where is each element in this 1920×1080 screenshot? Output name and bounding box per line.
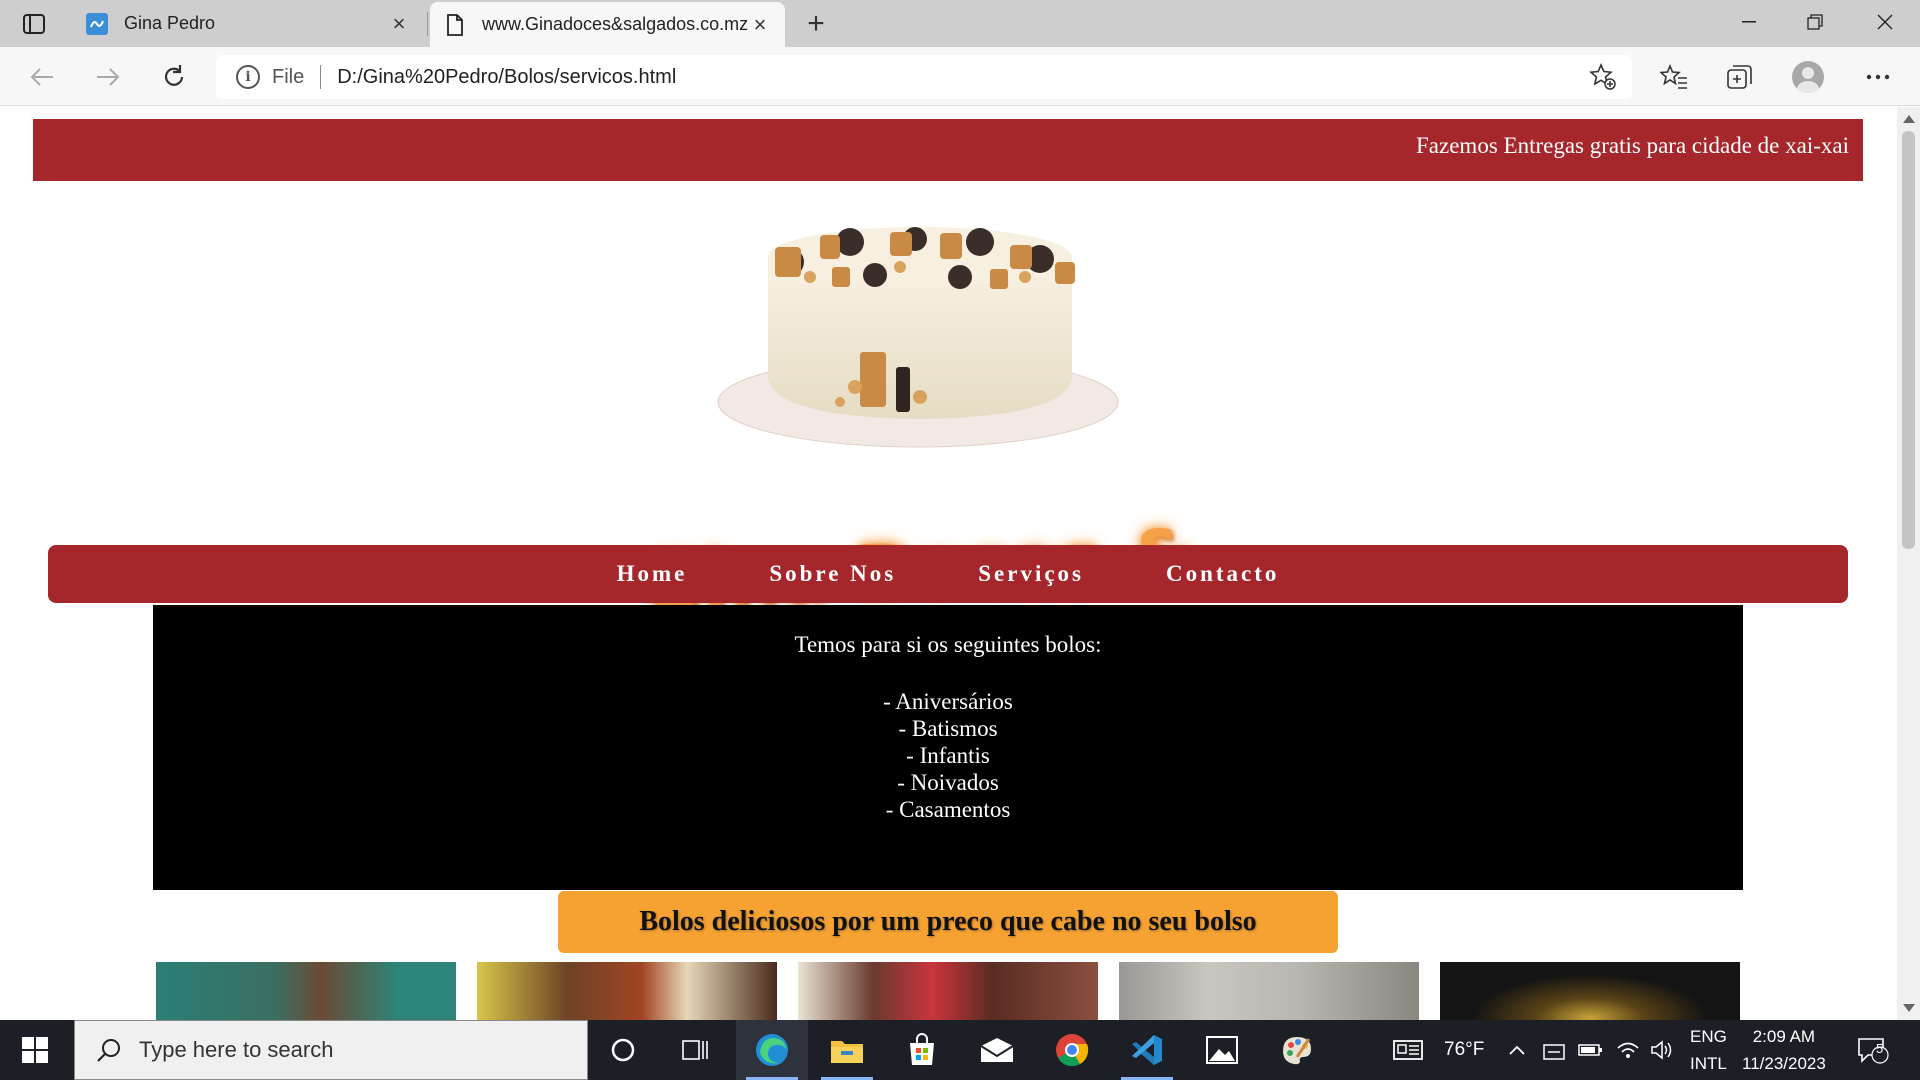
main-nav: Home Sobre Nos Serviços Contacto (48, 545, 1848, 603)
tab-ginadoces[interactable]: www.Ginadoces&salgados.co.mz × (430, 2, 785, 47)
tab-actions-icon[interactable] (20, 11, 48, 37)
scroll-up-icon[interactable] (1903, 115, 1915, 123)
language-indicator[interactable]: ENG INTL (1690, 1020, 1727, 1080)
delivery-marquee: Fazemos Entregas gratis para cidade de x… (33, 119, 1863, 181)
chrome-icon[interactable] (1036, 1020, 1108, 1080)
wifi-icon[interactable] (1616, 1020, 1640, 1080)
tab-title: www.Ginadoces&salgados.co.mz (482, 14, 749, 34)
tagline-banner: Bolos deliciosos por um preco que cabe n… (558, 891, 1338, 953)
microsoft-store-icon[interactable] (886, 1020, 958, 1080)
list-item: - Aniversários (883, 689, 1013, 714)
restore-icon[interactable] (1782, 0, 1848, 44)
tab-gina-pedro[interactable]: Gina Pedro × (72, 0, 424, 47)
marquee-text: Fazemos Entregas gratis para cidade de x… (1416, 133, 1849, 158)
windows-taskbar: Type here to search 76°F ENG INTL 2:09 A… (0, 1020, 1920, 1080)
notifications-icon[interactable]: 5 (1856, 1020, 1890, 1080)
back-icon[interactable] (24, 59, 60, 95)
forward-icon[interactable] (90, 59, 126, 95)
address-bar[interactable]: i File D:/Gina%20Pedro/Bolos/servicos.ht… (216, 55, 1632, 99)
photos-icon[interactable] (1186, 1020, 1258, 1080)
vscode-icon[interactable] (1111, 1020, 1183, 1080)
search-icon (93, 1034, 125, 1066)
page-scrollbar[interactable] (1897, 107, 1920, 1020)
nav-contacto[interactable]: Contacto (1166, 561, 1279, 587)
browser-toolbar: i File D:/Gina%20Pedro/Bolos/servicos.ht… (0, 47, 1920, 106)
minimize-icon[interactable] (1716, 0, 1782, 44)
tab-divider (427, 12, 428, 36)
list-item: - Noivados (897, 770, 999, 795)
list-item: - Batismos (898, 716, 998, 741)
taskbar-search-input[interactable]: Type here to search (74, 1020, 588, 1080)
services-list: - Aniversários - Batismos - Infantis - N… (153, 688, 1743, 823)
list-item: - Infantis (906, 743, 990, 768)
close-window-icon[interactable] (1852, 0, 1918, 44)
add-favorite-icon[interactable] (1588, 62, 1618, 92)
volume-icon[interactable] (1650, 1020, 1674, 1080)
cake-thumbnail[interactable] (798, 962, 1098, 1020)
cortana-icon[interactable] (587, 1020, 659, 1080)
clock-date: 11/23/2023 (1742, 1054, 1826, 1073)
weather-temp[interactable]: 76°F (1444, 1020, 1484, 1080)
services-intro: Temos para si os seguintes bolos: (794, 632, 1102, 657)
clock-time: 2:09 AM (1752, 1027, 1816, 1046)
search-placeholder: Type here to search (139, 1037, 334, 1062)
favorites-icon[interactable] (1658, 61, 1690, 93)
page-icon (444, 13, 466, 36)
more-options-icon[interactable] (1862, 61, 1894, 93)
paint-icon[interactable] (1261, 1020, 1333, 1080)
address-scheme-label: File (272, 65, 305, 88)
info-icon[interactable]: i (236, 65, 260, 89)
mail-icon[interactable] (961, 1020, 1033, 1080)
profile-avatar[interactable] (1792, 61, 1824, 93)
file-explorer-icon[interactable] (811, 1020, 883, 1080)
scroll-thumb[interactable] (1902, 131, 1915, 549)
nav-home[interactable]: Home (617, 561, 688, 587)
collections-icon[interactable] (1724, 61, 1756, 93)
address-separator (320, 65, 322, 89)
address-url[interactable]: D:/Gina%20Pedro/Bolos/servicos.html (337, 66, 1588, 89)
language-bottom: INTL (1690, 1054, 1727, 1073)
windows-start-icon[interactable] (0, 1020, 70, 1080)
tab-bar: Gina Pedro × www.Ginadoces&salgados.co.m… (0, 0, 1920, 47)
services-info-box: Temos para si os seguintes bolos: - Aniv… (153, 605, 1743, 890)
scroll-down-icon[interactable] (1903, 1004, 1915, 1012)
cake-thumbnail[interactable] (156, 962, 456, 1020)
close-tab-icon[interactable]: × (388, 11, 410, 36)
page-viewport: Fazemos Entregas gratis para cidade de x… (0, 107, 1897, 1020)
tab-title: Gina Pedro (124, 13, 216, 33)
notification-count: 5 (1876, 1041, 1884, 1056)
list-item: - Casamentos (885, 797, 1011, 822)
nav-servicos[interactable]: Serviços (978, 561, 1084, 587)
close-tab-icon[interactable]: × (749, 12, 771, 37)
new-tab-icon[interactable]: + (800, 7, 832, 40)
cake-thumbnail[interactable] (1119, 962, 1419, 1020)
site-favicon-icon (86, 12, 108, 35)
battery-icon[interactable] (1578, 1020, 1604, 1080)
news-icon[interactable] (1392, 1020, 1426, 1080)
network-drive-icon[interactable] (1542, 1020, 1566, 1080)
cake-thumbnail[interactable] (477, 962, 777, 1020)
clock[interactable]: 2:09 AM 11/23/2023 (1742, 1020, 1826, 1080)
cake-thumbnail[interactable] (1440, 962, 1740, 1020)
refresh-icon[interactable] (156, 59, 192, 95)
language-top: ENG (1690, 1027, 1727, 1046)
show-hidden-icons-icon[interactable] (1508, 1020, 1526, 1080)
nav-sobre-nos[interactable]: Sobre Nos (769, 561, 896, 587)
task-view-icon[interactable] (660, 1020, 732, 1080)
edge-taskbar-icon[interactable] (736, 1020, 808, 1080)
